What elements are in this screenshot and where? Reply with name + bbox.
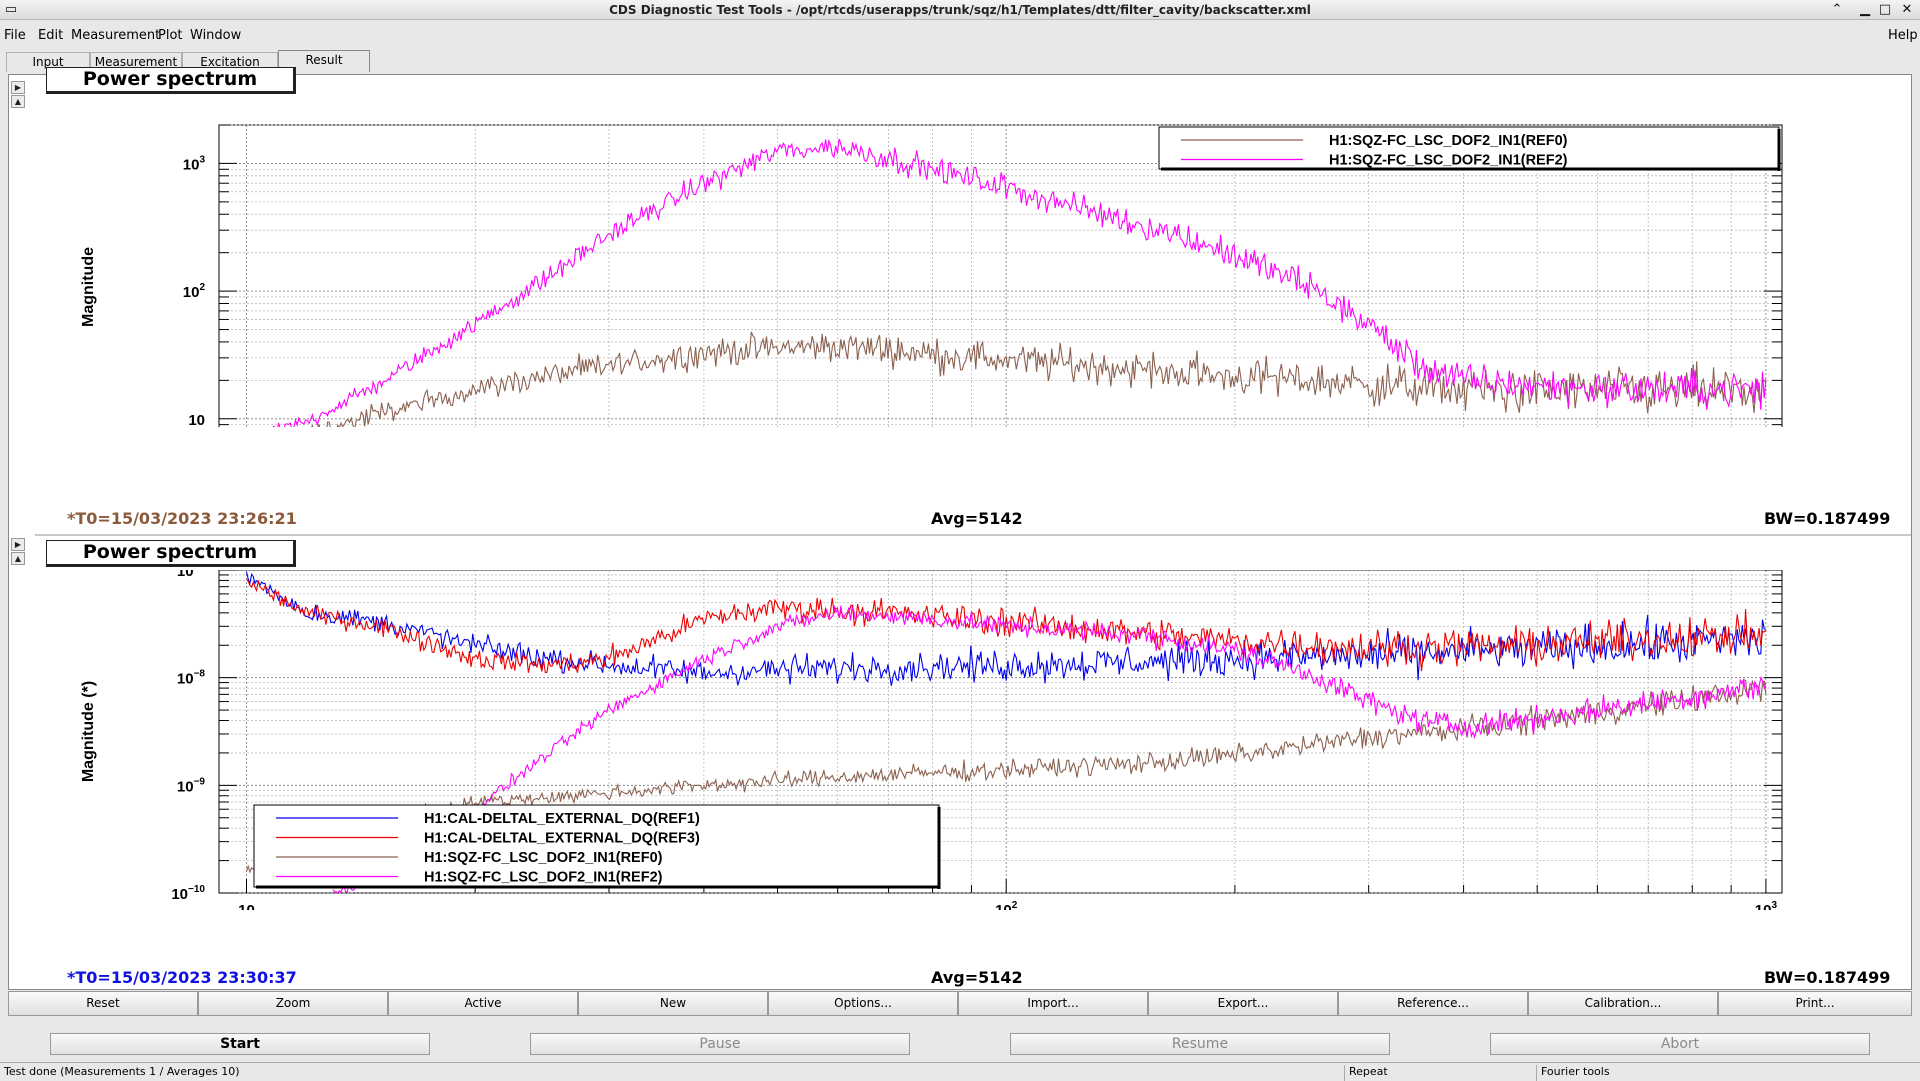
zoom-button[interactable]: Zoom bbox=[198, 991, 388, 1016]
status-message: Test done (Measurements 1 / Averages 10) bbox=[4, 1065, 240, 1078]
y-tick-label: 10−7 bbox=[177, 570, 206, 580]
plot1-title[interactable]: Power spectrum bbox=[46, 67, 296, 94]
y-tick-label: 10−9 bbox=[177, 776, 206, 795]
tick-exponent: 2 bbox=[199, 282, 205, 293]
y-axis-label: Magnitude (*) bbox=[80, 681, 97, 782]
menu-help[interactable]: Help bbox=[1888, 28, 1918, 43]
plot2-bw: BW=0.187499 bbox=[1764, 968, 1891, 987]
active-button[interactable]: Active bbox=[388, 991, 578, 1016]
tick-exponent: −9 bbox=[194, 776, 206, 787]
plot2-avg: Avg=5142 bbox=[931, 968, 1023, 987]
plot2-chart[interactable]: 1010210310−710−810−910−10Frequency (Hz)M… bbox=[9, 570, 1911, 910]
tick-exponent: −8 bbox=[194, 669, 206, 680]
tick-exponent: 3 bbox=[1771, 900, 1777, 910]
plot1-chart[interactable]: 1010210310102103Frequency (Hz)MagnitudeH… bbox=[9, 97, 1911, 427]
legend: H1:CAL-DELTAL_EXTERNAL_DQ(REF1) H1:CAL-DE… bbox=[253, 804, 941, 889]
plot1-t0: *T0=15/03/2023 23:26:21 bbox=[67, 509, 297, 528]
x-tick-label: 103 bbox=[1755, 900, 1778, 910]
y-tick-label: 10 bbox=[188, 412, 205, 427]
menu-plot[interactable]: Plot bbox=[158, 28, 183, 43]
reset-button[interactable]: Reset bbox=[8, 991, 198, 1016]
legend-label: H1:SQZ-FC_LSC_DOF2_IN1(REF2) bbox=[424, 870, 663, 886]
minimize-icon[interactable]: ▁ bbox=[1856, 1, 1874, 19]
y-tick-label: 10−10 bbox=[171, 884, 205, 903]
plot2-t0: *T0=15/03/2023 23:30:37 bbox=[67, 968, 297, 987]
pause-button[interactable]: Pause bbox=[530, 1033, 910, 1055]
print-button[interactable]: Print... bbox=[1718, 991, 1912, 1016]
title-bar: ▭ CDS Diagnostic Test Tools - /opt/rtcds… bbox=[0, 0, 1920, 20]
calibration-button[interactable]: Calibration... bbox=[1528, 991, 1718, 1016]
window-title: CDS Diagnostic Test Tools - /opt/rtcds/u… bbox=[609, 3, 1311, 17]
status-repeat: Repeat bbox=[1344, 1065, 1536, 1081]
maximize-icon[interactable]: □ bbox=[1876, 1, 1894, 19]
reference-button[interactable]: Reference... bbox=[1338, 991, 1528, 1016]
y-tick-label: 102 bbox=[183, 282, 206, 301]
abort-button[interactable]: Abort bbox=[1490, 1033, 1870, 1055]
triangle-right-icon[interactable]: ▶ bbox=[11, 538, 25, 551]
plot-separator bbox=[35, 534, 1911, 536]
close-icon[interactable]: ✕ bbox=[1898, 1, 1916, 19]
tick-exponent: −7 bbox=[194, 570, 206, 572]
legend-label: H1:SQZ-FC_LSC_DOF2_IN1(REF0) bbox=[424, 850, 663, 866]
plot1-bw: BW=0.187499 bbox=[1764, 509, 1891, 528]
legend-label: H1:SQZ-FC_LSC_DOF2_IN1(REF2) bbox=[1329, 153, 1568, 169]
menu-bar: File Edit Measurement Plot Window Help bbox=[0, 26, 1920, 48]
legend: H1:SQZ-FC_LSC_DOF2_IN1(REF0) H1:SQZ-FC_LS… bbox=[1158, 126, 1781, 171]
resume-button[interactable]: Resume bbox=[1010, 1033, 1390, 1055]
legend-label: H1:CAL-DELTAL_EXTERNAL_DQ(REF3) bbox=[424, 831, 700, 847]
start-button[interactable]: Start bbox=[50, 1033, 430, 1055]
plot1-avg: Avg=5142 bbox=[931, 509, 1023, 528]
tick-exponent: −10 bbox=[188, 884, 205, 895]
import-button[interactable]: Import... bbox=[958, 991, 1148, 1016]
new-button[interactable]: New bbox=[578, 991, 768, 1016]
status-fourier-tools: Fourier tools bbox=[1536, 1065, 1920, 1081]
status-bar: Test done (Measurements 1 / Averages 10)… bbox=[0, 1062, 1920, 1081]
triangle-up-icon[interactable]: ▲ bbox=[11, 552, 25, 565]
y-axis-label: Magnitude bbox=[80, 247, 97, 327]
y-tick-label: 10−8 bbox=[177, 669, 206, 688]
plot-button-row: Reset Zoom Active New Options... Import.… bbox=[8, 991, 1912, 1017]
menu-window[interactable]: Window bbox=[190, 28, 241, 43]
options-button[interactable]: Options... bbox=[768, 991, 958, 1016]
export-button[interactable]: Export... bbox=[1148, 991, 1338, 1016]
menu-edit[interactable]: Edit bbox=[38, 28, 63, 43]
result-panel: ▶ ▲ Power spectrum 1010210310102103Frequ… bbox=[8, 67, 1912, 990]
y-tick-label: 103 bbox=[183, 154, 206, 173]
legend-label: H1:CAL-DELTAL_EXTERNAL_DQ(REF1) bbox=[424, 811, 700, 827]
menu-file[interactable]: File bbox=[4, 28, 26, 43]
legend-label: H1:SQZ-FC_LSC_DOF2_IN1(REF0) bbox=[1329, 133, 1568, 149]
tick-exponent: 3 bbox=[199, 154, 205, 165]
collapse-icon[interactable]: ⌃ bbox=[1828, 1, 1846, 19]
plot2-title[interactable]: Power spectrum bbox=[46, 540, 296, 567]
tick-exponent: 2 bbox=[1012, 900, 1018, 910]
run-control-row: Start Pause Resume Abort bbox=[0, 1033, 1920, 1057]
x-tick-label: 10 bbox=[238, 902, 255, 910]
menu-measurement[interactable]: Measurement bbox=[71, 28, 160, 43]
x-tick-label: 102 bbox=[995, 900, 1018, 910]
triangle-right-icon[interactable]: ▶ bbox=[11, 81, 25, 94]
